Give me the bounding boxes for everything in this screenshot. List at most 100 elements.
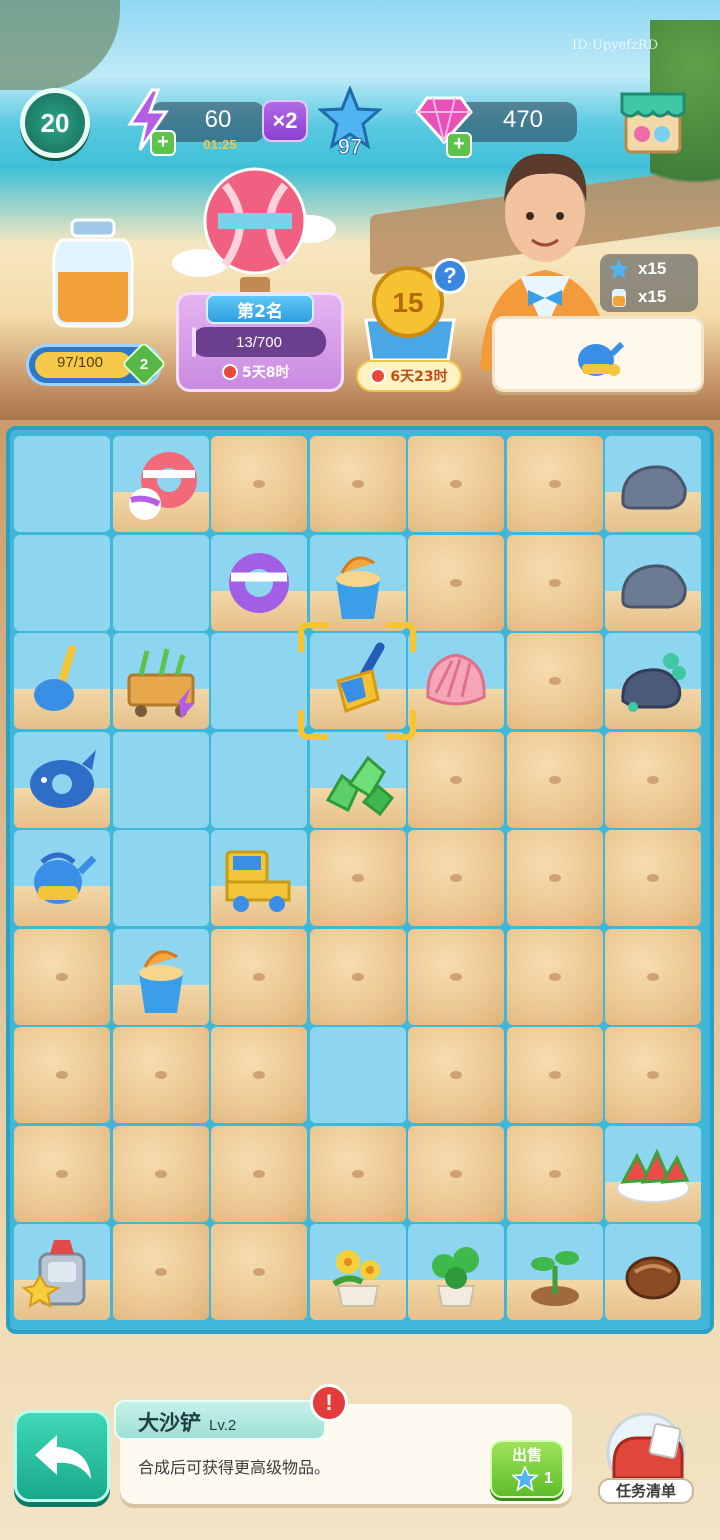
swim-ring-purple-icon (229, 552, 289, 613)
sand-tile[interactable] (408, 1027, 504, 1123)
shop-icon[interactable] (620, 86, 686, 156)
empty-cell (211, 633, 307, 729)
order-star-reward: x15 (608, 258, 666, 280)
sand-tile[interactable] (112, 1224, 209, 1320)
sand-tile[interactable] (506, 436, 603, 532)
seashell-icon (426, 653, 486, 706)
sand-tile[interactable] (506, 1125, 603, 1222)
sand-tile[interactable] (506, 1027, 603, 1123)
board-item-clover-pot[interactable] (408, 1224, 504, 1320)
help-icon[interactable]: ? (432, 258, 468, 294)
board-item-seed[interactable] (605, 1224, 701, 1320)
board-item-sand-bucket[interactable] (112, 928, 209, 1025)
board-item-rock[interactable] (605, 436, 701, 532)
order-jar-reward-value: x15 (638, 287, 667, 306)
juicer-machine-icon (22, 1240, 86, 1308)
event-rank: 第2名 (206, 294, 314, 324)
sand-tile[interactable] (408, 928, 504, 1025)
sand-tile[interactable] (211, 928, 307, 1025)
sand-tile[interactable] (309, 928, 406, 1025)
coin-event-timer: 6天23时 (356, 360, 462, 392)
board-item-swim-ring-ball[interactable] (112, 436, 209, 532)
sand-tile[interactable] (408, 436, 504, 532)
board-item-juicer-machine[interactable] (14, 1224, 110, 1320)
sand-tile[interactable] (211, 436, 307, 532)
item-title: 大沙铲 Lv.2 (138, 1407, 236, 1437)
sand-tile[interactable] (506, 633, 603, 729)
sand-tile[interactable] (309, 830, 406, 926)
back-button[interactable] (14, 1410, 110, 1502)
selection-highlight (298, 622, 416, 740)
sand-tile[interactable] (211, 1224, 307, 1320)
back-arrow-icon (35, 1435, 91, 1479)
sand-tile[interactable] (211, 1125, 307, 1222)
sand-tile[interactable] (506, 731, 603, 828)
task-list-button[interactable]: 任务清单 (598, 1478, 694, 1504)
board-item-rock[interactable] (605, 534, 701, 631)
player-id: ID:UpyefzRD (572, 38, 659, 53)
player-level-badge[interactable]: 20 (20, 88, 90, 158)
sand-tile[interactable] (605, 1027, 701, 1123)
add-gems-icon[interactable]: + (446, 132, 472, 158)
sand-tile[interactable] (506, 534, 603, 631)
island-decoration (0, 0, 120, 90)
board-item-green-stones[interactable] (309, 731, 406, 828)
empty-cell (14, 436, 110, 532)
clock-icon (370, 368, 387, 384)
juice-jar-icon (612, 289, 626, 307)
board-item-rock-coral[interactable] (605, 633, 701, 729)
sand-tile[interactable] (408, 731, 504, 828)
alert-icon[interactable]: ! (310, 1384, 348, 1422)
event-progress-bar: 13/700 (192, 327, 326, 357)
board-item-sprout[interactable] (506, 1224, 603, 1320)
sand-tile[interactable] (506, 928, 603, 1025)
toy-truck-icon (225, 850, 291, 912)
empty-cell (211, 731, 307, 828)
sand-tile[interactable] (605, 731, 701, 828)
jar-level-value: 2 (139, 355, 149, 373)
sand-tile[interactable] (14, 1027, 110, 1123)
sand-tile[interactable] (112, 1125, 209, 1222)
item-name: 大沙铲 (138, 1411, 201, 1435)
board-item-toy-cart[interactable] (112, 633, 209, 729)
empty-cell (309, 1027, 406, 1123)
sand-tile[interactable] (211, 1027, 307, 1123)
sand-tile[interactable] (605, 830, 701, 926)
energy-multiplier-button[interactable]: ×2 (262, 100, 308, 142)
item-description: 合成后可获得更高级物品。 (138, 1458, 331, 1477)
board-item-watermelon-plate[interactable] (605, 1125, 701, 1222)
empty-cell (112, 731, 209, 828)
rock-icon (621, 564, 687, 608)
juice-jar-icon[interactable] (48, 216, 138, 336)
board-item-flower-pot[interactable] (309, 1224, 406, 1320)
coin-timer-text: 6天23时 (390, 369, 448, 385)
add-energy-icon[interactable]: + (150, 130, 176, 156)
sand-tile[interactable] (112, 1027, 209, 1123)
energy-value: 60 (204, 106, 232, 133)
hot-air-balloon-icon[interactable] (170, 165, 340, 305)
sand-tile[interactable] (309, 1125, 406, 1222)
order-star-reward-value: x15 (638, 259, 667, 278)
sand-tile[interactable] (14, 928, 110, 1025)
sand-tile[interactable] (506, 830, 603, 926)
star-count: 97 (337, 134, 363, 160)
sprout-icon (530, 1251, 579, 1306)
board-item-watering-can[interactable] (14, 830, 110, 926)
board-item-sand-bucket[interactable] (309, 534, 406, 631)
board-item-swim-ring-purple[interactable] (211, 534, 307, 631)
sand-tile[interactable] (408, 830, 504, 926)
star-icon (609, 259, 629, 279)
board-item-whale-float[interactable] (14, 731, 110, 828)
board-item-seashell[interactable] (408, 633, 504, 729)
empty-cell (112, 830, 209, 926)
sand-tile[interactable] (408, 1125, 504, 1222)
sand-tile[interactable] (309, 436, 406, 532)
board-item-toy-truck[interactable] (211, 830, 307, 926)
sand-bucket-icon (138, 949, 183, 1013)
event-progress-text: 13/700 (236, 333, 282, 351)
sand-tile[interactable] (14, 1125, 110, 1222)
board-item-shovel-small[interactable] (14, 633, 110, 729)
empty-cell (112, 534, 209, 631)
sand-tile[interactable] (605, 928, 701, 1025)
sand-tile[interactable] (408, 534, 504, 631)
